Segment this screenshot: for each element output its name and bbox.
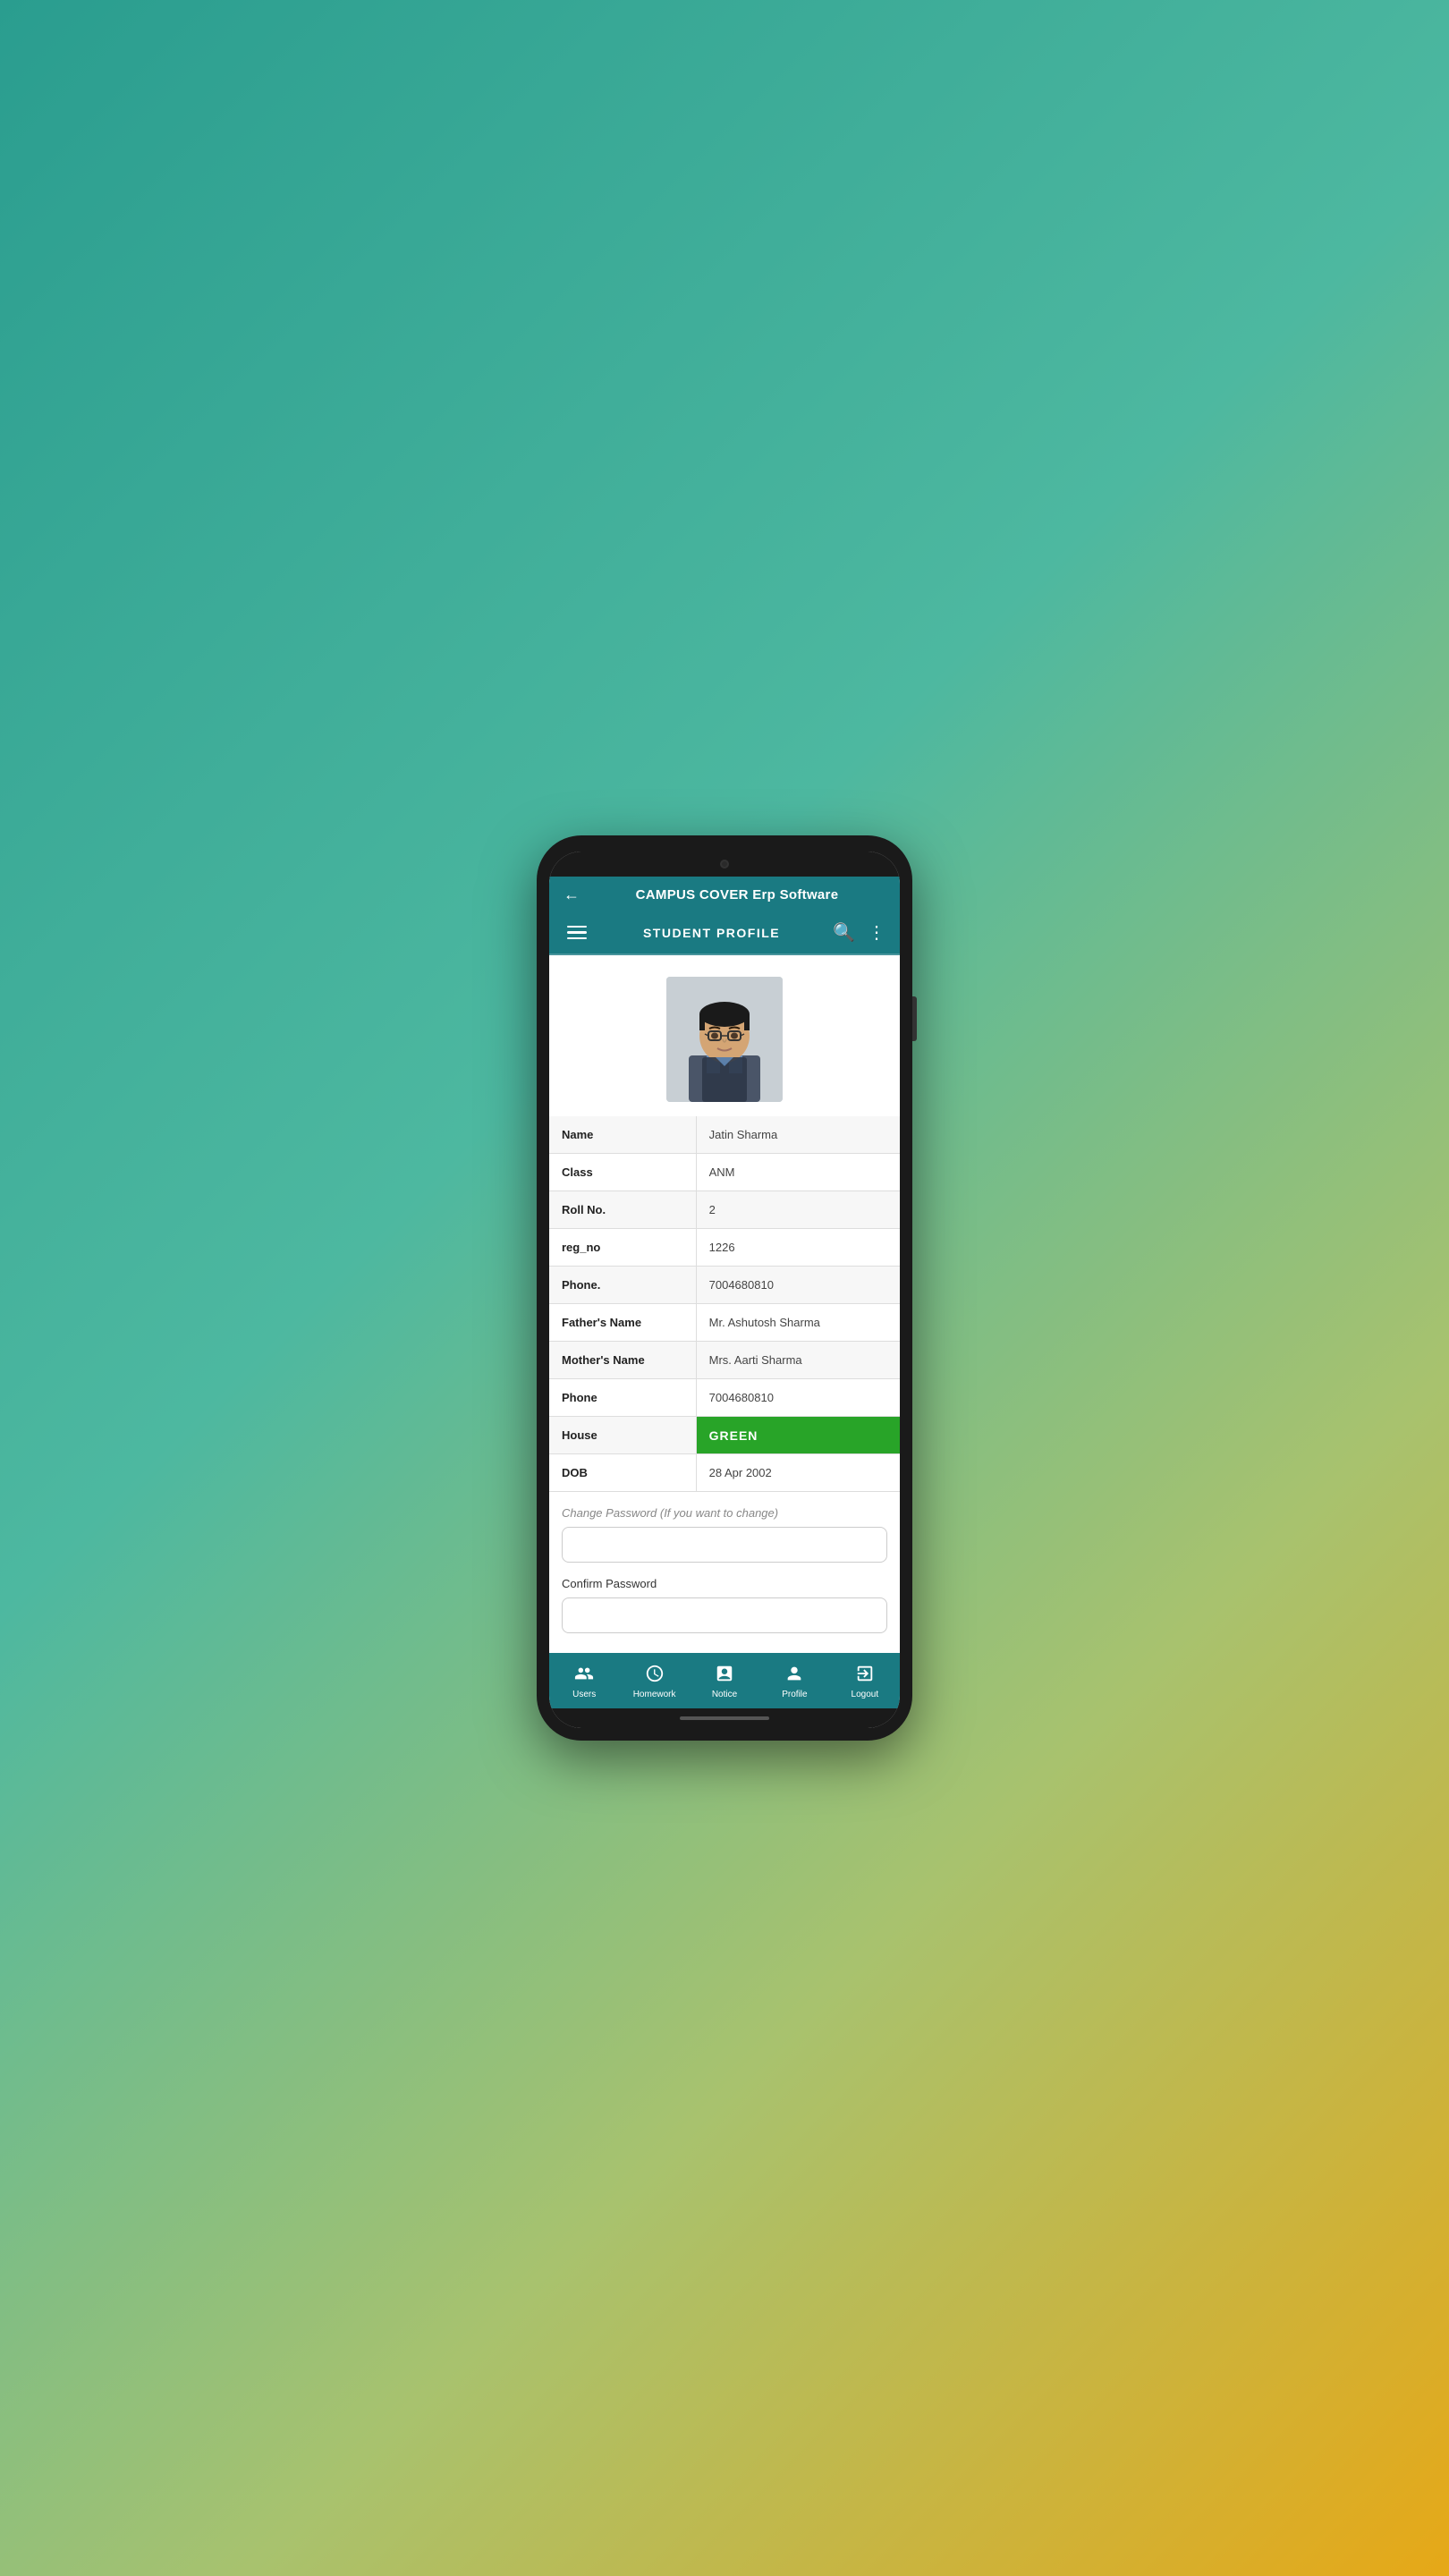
- nav-label-homework: Homework: [633, 1690, 676, 1699]
- camera-dot: [720, 860, 729, 869]
- confirm-password-section: Confirm Password: [549, 1570, 900, 1644]
- field-value: 1226: [697, 1229, 900, 1266]
- field-label: House: [549, 1417, 697, 1453]
- change-password-input[interactable]: [562, 1527, 887, 1563]
- sub-header: STUDENT PROFILE 🔍 ⋮: [549, 913, 900, 956]
- field-value: 28 Apr 2002: [697, 1454, 900, 1491]
- table-row: Phone.7004680810: [549, 1267, 900, 1304]
- app-title: CAMPUS COVER Erp Software: [589, 887, 886, 902]
- title-bar: ← CAMPUS COVER Erp Software: [549, 877, 900, 913]
- nav-item-logout[interactable]: Logout: [830, 1660, 900, 1703]
- home-bar: [680, 1716, 769, 1720]
- change-password-hint: (If you want to change): [660, 1506, 778, 1520]
- nav-label-profile: Profile: [782, 1690, 807, 1699]
- hamburger-line-3: [567, 937, 587, 940]
- table-row: HouseGREEN: [549, 1417, 900, 1454]
- field-label: Roll No.: [549, 1191, 697, 1228]
- phone-screen: ← CAMPUS COVER Erp Software STUDENT PROF…: [549, 852, 900, 1729]
- nav-label-notice: Notice: [712, 1690, 737, 1699]
- home-indicator: [549, 1708, 900, 1728]
- change-password-label: Change Password (If you want to change): [562, 1506, 887, 1520]
- field-value: GREEN: [697, 1417, 900, 1453]
- hamburger-menu[interactable]: [564, 922, 590, 944]
- confirm-password-label: Confirm Password: [562, 1577, 887, 1590]
- nav-item-users[interactable]: Users: [549, 1660, 619, 1703]
- field-value: ANM: [697, 1154, 900, 1191]
- field-label: DOB: [549, 1454, 697, 1491]
- nav-icon-logout: [855, 1664, 875, 1687]
- profile-photo: [666, 977, 783, 1102]
- field-value: 7004680810: [697, 1379, 900, 1416]
- nav-icon-notice: [715, 1664, 734, 1687]
- phone-device: ← CAMPUS COVER Erp Software STUDENT PROF…: [537, 835, 912, 1741]
- table-row: ClassANM: [549, 1154, 900, 1191]
- profile-photo-container: [549, 955, 900, 1116]
- header-icons: 🔍 ⋮: [833, 924, 886, 942]
- info-section: NameJatin SharmaClassANMRoll No.2reg_no1…: [549, 1116, 900, 1492]
- field-value: Mrs. Aarti Sharma: [697, 1342, 900, 1378]
- page-title: STUDENT PROFILE: [590, 926, 833, 940]
- field-label: Name: [549, 1116, 697, 1153]
- nav-label-logout: Logout: [852, 1690, 879, 1699]
- nav-item-notice[interactable]: Notice: [690, 1660, 759, 1703]
- nav-icon-users: [574, 1664, 594, 1687]
- table-row: DOB28 Apr 2002: [549, 1454, 900, 1492]
- back-button[interactable]: ←: [564, 886, 580, 904]
- field-label: Class: [549, 1154, 697, 1191]
- search-icon[interactable]: 🔍: [833, 924, 855, 942]
- table-row: NameJatin Sharma: [549, 1116, 900, 1154]
- field-value: Mr. Ashutosh Sharma: [697, 1304, 900, 1341]
- field-value: 7004680810: [697, 1267, 900, 1303]
- nav-label-users: Users: [572, 1690, 596, 1699]
- nav-icon-profile: [784, 1664, 804, 1687]
- field-label: reg_no: [549, 1229, 697, 1266]
- confirm-password-input[interactable]: [562, 1597, 887, 1633]
- nav-item-profile[interactable]: Profile: [759, 1660, 829, 1703]
- side-button: [912, 996, 917, 1041]
- more-options-icon[interactable]: ⋮: [868, 924, 886, 942]
- table-row: Roll No.2: [549, 1191, 900, 1229]
- field-label: Father's Name: [549, 1304, 697, 1341]
- table-row: Mother's NameMrs. Aarti Sharma: [549, 1342, 900, 1379]
- field-value: 2: [697, 1191, 900, 1228]
- nav-item-homework[interactable]: Homework: [619, 1660, 689, 1703]
- field-label: Phone: [549, 1379, 697, 1416]
- change-password-section: Change Password (If you want to change): [549, 1492, 900, 1570]
- field-label: Phone.: [549, 1267, 697, 1303]
- table-row: Phone7004680810: [549, 1379, 900, 1417]
- field-label: Mother's Name: [549, 1342, 697, 1378]
- content-area: NameJatin SharmaClassANMRoll No.2reg_no1…: [549, 955, 900, 1653]
- field-value: Jatin Sharma: [697, 1116, 900, 1153]
- hamburger-line-2: [567, 931, 587, 934]
- table-row: Father's NameMr. Ashutosh Sharma: [549, 1304, 900, 1342]
- nav-icon-homework: [645, 1664, 665, 1687]
- student-photo-svg: [666, 977, 783, 1102]
- camera-bar: [549, 852, 900, 877]
- bottom-navigation: Users Homework Notice Profile Logout: [549, 1653, 900, 1708]
- hamburger-line-1: [567, 926, 587, 928]
- table-row: reg_no1226: [549, 1229, 900, 1267]
